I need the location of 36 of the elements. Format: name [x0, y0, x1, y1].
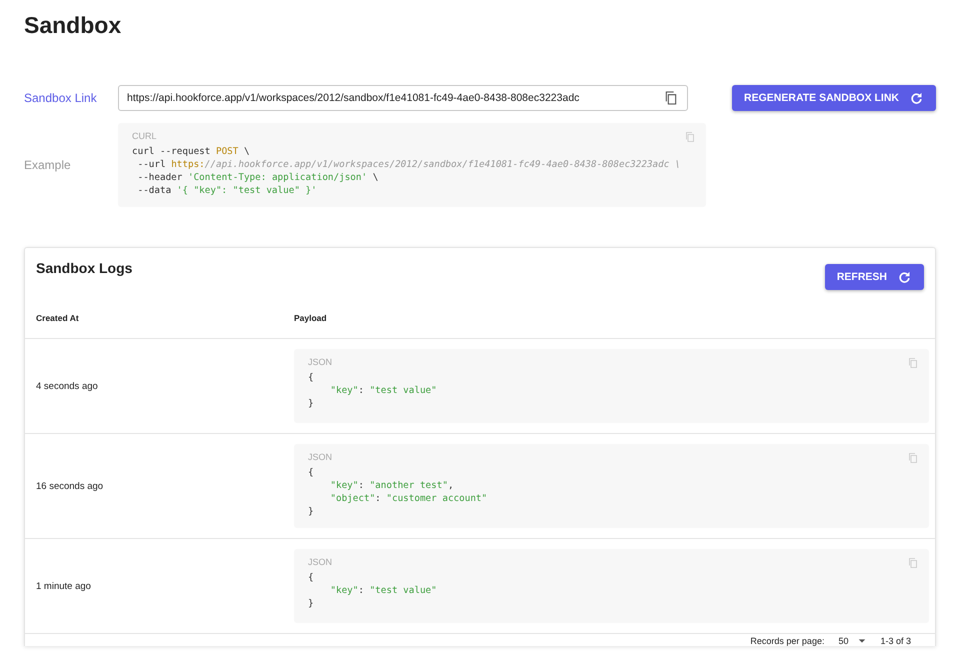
refresh-icon — [897, 270, 912, 284]
table-cell-text: 1 minute ago — [35, 580, 92, 592]
code-line: "key": "test value" — [329, 584, 437, 597]
code-line: --header 'Content-Type: application/json' \ — [136, 171, 378, 184]
code-line: } — [308, 397, 314, 410]
code-line: "key": "another test", — [329, 479, 454, 492]
code-line: "object": "customer account" — [329, 492, 488, 505]
code-line: { — [308, 466, 314, 479]
code-line: --url https://api.hookforce.app/v1/workspaces/2012/sandbox/f1e41081-fc49-4ae0-8438-808ec3223adc \ — [136, 158, 681, 171]
refresh-button[interactable]: REFRESH — [824, 264, 924, 290]
code-line: { — [308, 371, 314, 384]
caret-icon — [858, 637, 866, 645]
code-line: } — [308, 597, 314, 610]
code-line: } — [308, 505, 314, 518]
table-cell-text: 16 seconds ago — [35, 480, 104, 492]
refresh-icon — [909, 90, 924, 106]
language-label: JSON — [308, 357, 332, 367]
card-title: Sandbox Logs — [36, 260, 132, 278]
field-label: Example — [24, 158, 72, 172]
field-label: Sandbox Link — [24, 91, 98, 105]
table-cell-text: 4 seconds ago — [35, 380, 99, 392]
page-range: 1-3 of 3 — [880, 636, 911, 646]
column-header: Created At — [35, 313, 80, 323]
column-header: Payload — [294, 313, 327, 323]
code-line: curl --request POST \ — [132, 145, 250, 158]
records-select[interactable]: 50 — [838, 636, 866, 646]
records-label: Records per page: — [750, 636, 824, 646]
language-label: JSON — [308, 452, 332, 462]
code-line: "key": "test value" — [329, 384, 437, 397]
language-label: JSON — [308, 557, 332, 567]
regenerate-button[interactable]: REGENERATE SANDBOX LINK — [732, 85, 936, 111]
page-title: Sandbox — [24, 12, 122, 39]
code-line: { — [308, 571, 314, 584]
language-label: CURL — [132, 131, 157, 141]
code-line: --data '{ "key": "test value" }' — [136, 184, 317, 197]
sandbox-link-field[interactable]: https://api.hookforce.app/v1/workspaces/2012/sandbox/f1e41081-fc49-4ae0-8438-808ec3223adc — [118, 85, 688, 111]
